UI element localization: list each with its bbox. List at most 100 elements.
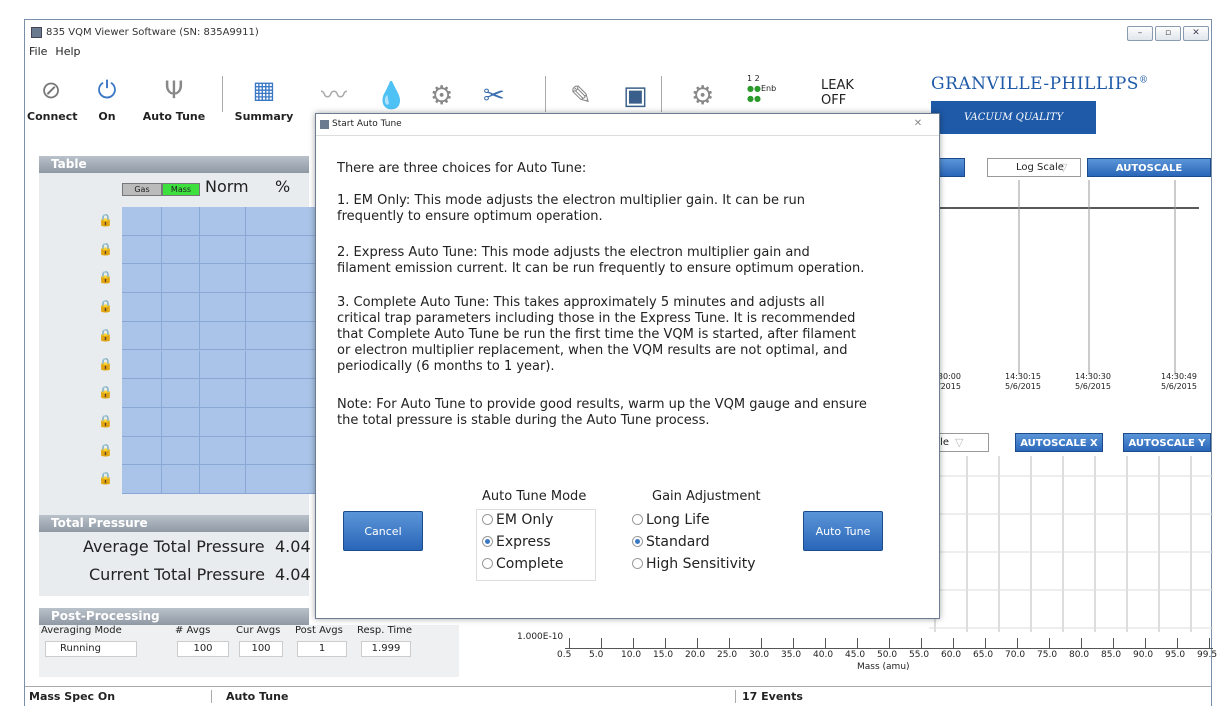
x-tick-label: 99.5 [1197,650,1218,660]
summary-button[interactable]: ▦ Summary [229,74,299,123]
averaging-mode-label: Averaging Mode [41,625,122,636]
note-text-1: Note: For Auto Tune to provide good resu… [337,397,867,412]
x-tick-label: 45.0 [845,650,866,660]
title-bar: 835 VQM Viewer Software (SN: 835A9911) –… [25,20,1211,46]
x-tick-mark [985,638,986,648]
x-tick-label: 5.0 [589,650,604,660]
gain-high-sensitivity[interactable]: High Sensitivity [632,556,761,572]
post-avgs-label: Post Avgs [295,625,343,636]
calculator-icon[interactable]: ▣ [623,80,648,112]
table-cell [162,235,200,265]
lock-icon[interactable]: 🔒 [98,299,113,315]
x-tick-mark [953,638,954,648]
table-cell [162,407,200,437]
settings-gear-icon[interactable]: ⚙ [691,80,714,112]
x-tick-mark [665,638,666,648]
menu-help[interactable]: Help [51,44,84,60]
gain-long-life[interactable]: Long Life [632,512,761,528]
x-tick-label: 0.5 [557,650,572,660]
dialog-title: Start Auto Tune [332,119,402,129]
gear-icon[interactable]: ⚙ [430,80,453,112]
avgs-label: # Avgs [175,625,211,636]
brand-logo: GRANVILLE-PHILLIPS® [931,74,1148,94]
cancel-button[interactable]: Cancel [343,511,423,551]
gas-toggle[interactable]: Gas [122,183,162,196]
express-text-1: 2. Express Auto Tune: This mode adjusts … [337,245,810,260]
express-text-2: filament emission current. It can be run… [337,261,865,276]
toolbar-separator [545,76,546,112]
table-cell [200,465,246,494]
x-tick-mark [889,638,890,648]
gain-standard[interactable]: Standard [632,534,761,550]
mass-toggle[interactable]: Mass [162,183,200,196]
x-tick-mark [1113,638,1114,648]
x-tick-mark [601,638,602,648]
spectrum-icon[interactable]: 〰 [321,80,347,112]
avgs-stepper[interactable]: 100 [177,641,229,657]
lock-icon[interactable]: 🔒 [98,443,113,459]
x-tick-mark [793,638,794,648]
lock-icon[interactable]: 🔒 [98,213,113,229]
autoscale-y-button[interactable]: AUTOSCALE Y [1123,433,1211,452]
note-text-2: the total pressure is stable during the … [337,413,710,428]
lock-icon[interactable]: 🔒 [98,471,113,487]
autoscale-button[interactable]: AUTOSCALE [1087,158,1211,177]
table-cell [122,436,162,466]
em-only-text-2: frequently to ensure optimum operation. [337,209,603,224]
average-pressure-value: 4.04 [275,537,311,556]
lock-icon[interactable]: 🔒 [98,414,113,430]
table-cell [122,264,162,294]
table-panel: Gas Mass Norm % 🔒 🔒 🔒 🔒 🔒 🔒 🔒 🔒 🔒 🔒 [39,173,322,515]
tuning-fork-icon: Ψ [164,76,184,104]
minimize-button[interactable]: – [1127,26,1153,41]
notes-icon[interactable]: ✎ [570,80,592,112]
current-pressure-label: Current Total Pressure [89,565,265,584]
connect-button[interactable]: ⊘ Connect [27,74,78,123]
mode-group-box [476,509,596,581]
table-cell [122,207,162,236]
auto-tune-button-dialog[interactable]: Auto Tune [803,511,883,551]
lock-icon[interactable]: 🔒 [98,357,113,373]
table-cell [162,264,200,294]
post-avgs-stepper[interactable]: 1 [297,641,347,657]
chevron-down-icon: ▽ [955,436,964,449]
radio-icon [482,514,493,525]
table-cell [162,465,200,494]
lock-icon[interactable]: 🔒 [98,328,113,344]
x-tick-mark [921,638,922,648]
y-tick-label: 1.000E-10 [517,632,564,642]
time-tick-label: 14:30:15 5/6/2015 [1005,372,1041,391]
dialog-close-button[interactable]: ✕ [907,118,929,131]
table-cell [246,293,322,322]
lock-icon[interactable]: 🔒 [98,385,113,401]
droplet-icon[interactable]: 💧 [375,80,407,112]
complete-text-3: that Complete Auto Tune be run the first… [337,327,856,342]
menu-file[interactable]: File [25,44,51,60]
autoscale-x-button[interactable]: AUTOSCALE X [1015,433,1103,452]
table-panel-header: Table [39,156,309,173]
gain-adjustment-title: Gain Adjustment [652,489,761,504]
radio-icon [482,558,493,569]
maximize-button[interactable]: ▫ [1155,26,1181,41]
status-bar: Mass Spec On Auto Tune 17 Events [25,686,1211,706]
close-button[interactable]: ✕ [1183,26,1209,41]
table-cell [122,293,162,322]
auto-tune-button[interactable]: Ψ Auto Tune [137,74,211,123]
averaging-mode-select[interactable]: Running [45,641,137,657]
tools-icon[interactable]: ✂ [483,80,505,112]
em-only-text-1: 1. EM Only: This mode adjusts the electr… [337,193,805,208]
lock-icon[interactable]: 🔒 [98,270,113,286]
x-tick-mark [633,638,634,648]
table-cell [122,235,162,265]
channel-2-label: 2 [754,74,760,83]
enb-label: Enb [760,84,777,93]
lock-icon[interactable]: 🔒 [98,242,113,258]
x-tick-mark [1017,638,1018,648]
on-button[interactable]: ⏻ On [87,74,127,123]
x-tick-mark [1177,638,1178,648]
menu-bar: File Help [25,44,1211,60]
led-icon: ●● [747,94,761,103]
x-tick-mark [697,638,698,648]
radio-icon [632,558,643,569]
radio-selected-icon [632,536,643,547]
